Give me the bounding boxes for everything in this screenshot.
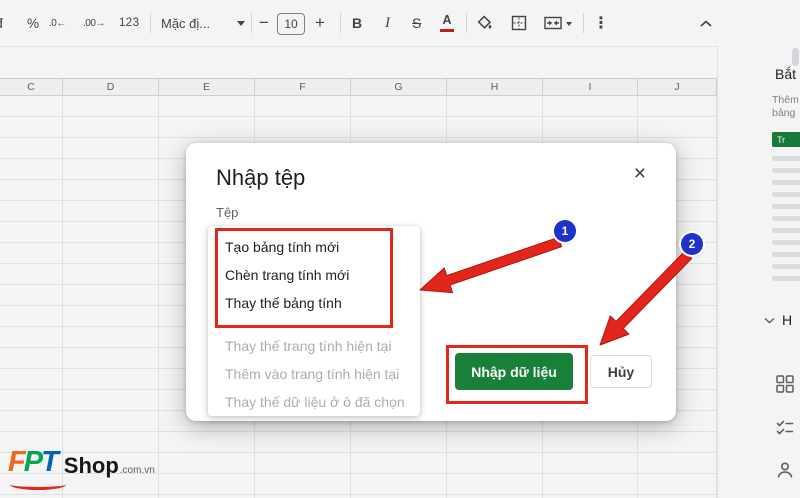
close-icon[interactable]: × bbox=[634, 163, 646, 184]
logo-letter-f: F bbox=[8, 446, 26, 478]
logo-domain-text: .com.vn bbox=[119, 465, 155, 476]
fptshop-watermark: F P T Shop .com.vn bbox=[8, 446, 155, 490]
option-create-new-spreadsheet[interactable]: Tạo bảng tính mới bbox=[208, 233, 420, 261]
google-sheets-import-screen: đ % .0← .00→ 123 Mặc đị... − 10 + B I S … bbox=[0, 0, 800, 498]
import-data-button[interactable]: Nhập dữ liệu bbox=[455, 353, 573, 390]
import-options-list: Tạo bảng tính mới Chèn trang tính mới Th… bbox=[208, 226, 420, 416]
logo-swoosh bbox=[10, 479, 66, 490]
cancel-button[interactable]: Hủy bbox=[590, 355, 652, 388]
logo-letter-t: T bbox=[41, 446, 59, 478]
option-replace-spreadsheet[interactable]: Thay thế bảng tính bbox=[208, 289, 420, 317]
logo-shop-text: Shop bbox=[63, 453, 119, 478]
file-label: Tệp bbox=[216, 205, 239, 220]
dialog-title: Nhập tệp bbox=[216, 165, 306, 190]
option-replace-selected-cell[interactable]: Thay thế dữ liệu ở ô đã chọn bbox=[208, 388, 420, 416]
import-file-dialog: Nhập tệp × Tệp Tạo bảng tính mới Chèn tr… bbox=[186, 143, 676, 421]
option-replace-current-sheet[interactable]: Thay thế trang tính hiện tại bbox=[208, 332, 420, 360]
option-insert-new-sheets[interactable]: Chèn trang tính mới bbox=[208, 261, 420, 289]
option-append-current-sheet[interactable]: Thêm vào trang tính hiện tại bbox=[208, 360, 420, 388]
step-badge-1: 1 bbox=[554, 220, 576, 242]
logo-letter-p: P bbox=[23, 446, 43, 478]
step-badge-2: 2 bbox=[681, 233, 703, 255]
